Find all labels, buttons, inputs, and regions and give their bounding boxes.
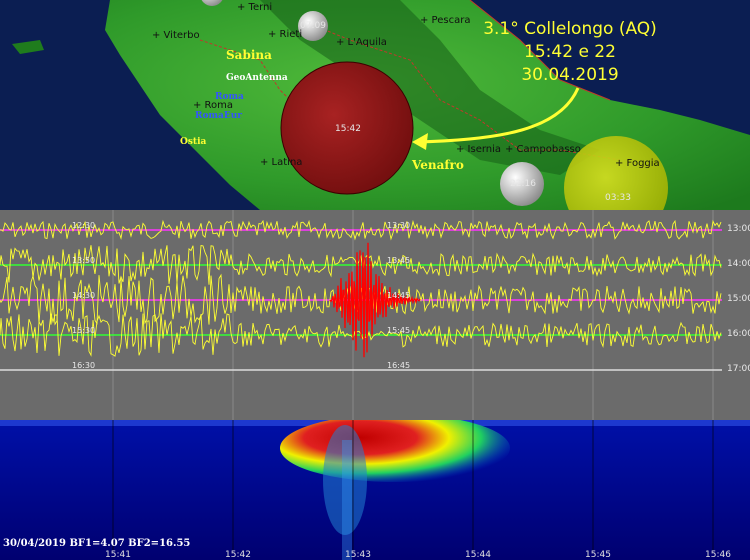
spectrogram-event-column [342, 440, 352, 560]
hour-label-1500: 15:00 [727, 294, 750, 304]
hour-label-1300: 13:00 [727, 224, 750, 234]
annotation-date: 30.04.2019 [521, 65, 619, 85]
trace-time-1530: 15:30 [72, 326, 96, 335]
quake-time-molise: 22:16 [510, 179, 536, 189]
trace-time-1430: 14:30 [72, 291, 96, 300]
spectrogram-panel: 30/04/2019 BF1=4.07 BF2=16.55 15:41 15:4… [0, 420, 750, 560]
spec-tick-1542: 15:42 [225, 550, 251, 560]
city-latina: + Latina [260, 157, 303, 168]
city-viterbo: + Viterbo [152, 30, 200, 41]
trace-time-1330-top: 13:30 [387, 221, 411, 230]
annotation-times: 15:42 e 22 [524, 42, 616, 62]
spec-tick-1545: 15:45 [585, 550, 611, 560]
spec-tick-1543: 15:43 [345, 550, 371, 560]
city-campobasso: + Campobasso [505, 144, 581, 155]
trace-time-1645: 16:45 [387, 361, 411, 370]
trace-time-1445: 14:45 [387, 291, 411, 300]
station-venafro: Venafro [412, 158, 464, 172]
annotation-title: 3.1° Collelongo (AQ) [483, 19, 657, 39]
city-rieti: + Rieti [268, 29, 303, 40]
seismograph-panel: 13:00 14:00 15:00 16:00 17:00 12:30 13:3… [0, 210, 750, 420]
seismic-map: + Terni + Viterbo + Rieti + L'Aquila + P… [0, 0, 750, 210]
event-annotation: 3.1° Collelongo (AQ) 15:42 e 22 30.04.20… [470, 18, 670, 87]
seismograph-traces [0, 210, 722, 420]
trace-time-1350: 13:50 [72, 256, 96, 265]
hour-label-1400: 14:00 [727, 259, 750, 269]
hour-label-1600: 16:00 [727, 329, 750, 339]
city-laquila: + L'Aquila [336, 37, 387, 48]
station-roma: Roma [215, 92, 244, 102]
trace-time-1345: 13:45 [387, 256, 411, 265]
trace-time-1545: 15:45 [387, 326, 411, 335]
quake-time-north: 07:09 [300, 21, 326, 31]
spectrogram-caption: 30/04/2019 BF1=4.07 BF2=16.55 [3, 538, 191, 549]
trace-time-1630: 16:30 [72, 361, 96, 370]
station-ostia: Ostia [180, 137, 207, 147]
city-isernia: + Isernia [456, 144, 502, 155]
station-geoantenna: GeoAntenna [226, 73, 288, 83]
station-romaeur: RomaEur [195, 111, 242, 121]
city-pescara: + Pescara [420, 15, 471, 26]
quake-time-puglia: 03:33 [605, 193, 631, 203]
quake-time-main: 15:42 [335, 124, 361, 134]
hour-label-1700: 17:00 [727, 364, 750, 374]
seismic-monitor-view: + Terni + Viterbo + Rieti + L'Aquila + P… [0, 0, 750, 560]
spec-tick-1541: 15:41 [105, 550, 131, 560]
spec-tick-1546: 15:46 [705, 550, 731, 560]
city-terni: + Terni [237, 2, 273, 13]
spec-tick-1544: 15:44 [465, 550, 491, 560]
trace-time-1230: 12:30 [72, 221, 96, 230]
station-sabina: Sabina [226, 48, 272, 62]
city-foggia: + Foggia [615, 158, 660, 169]
